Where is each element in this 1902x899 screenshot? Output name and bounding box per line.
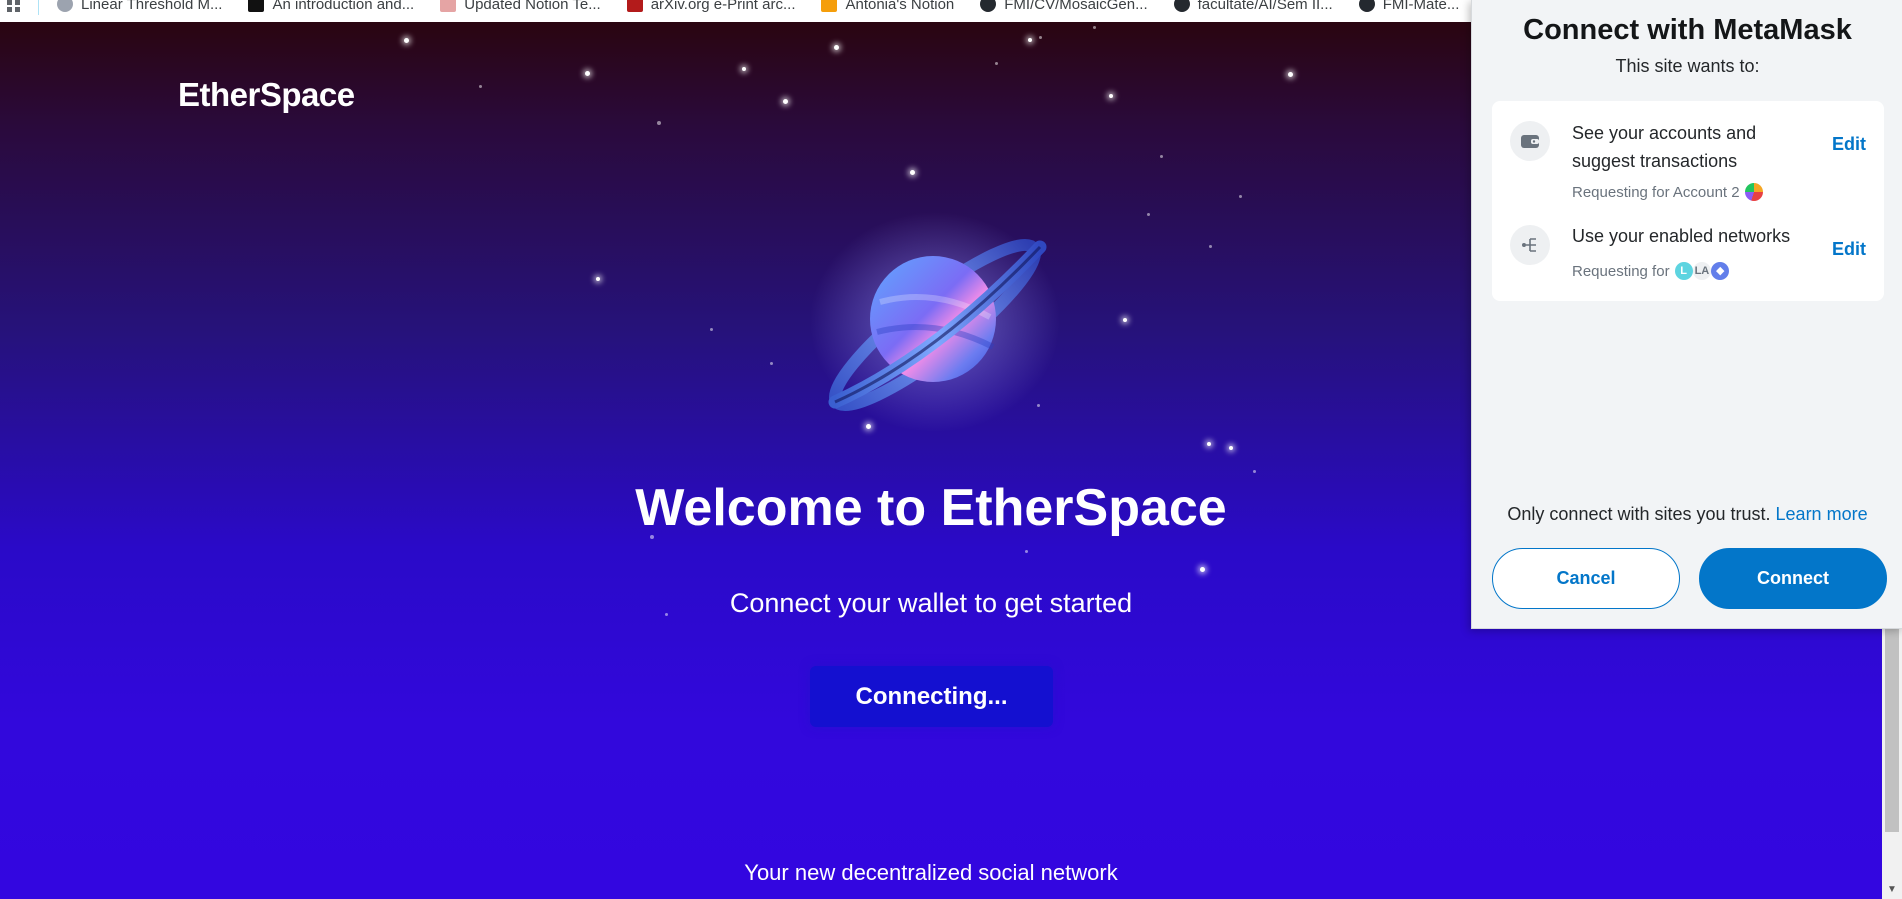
star bbox=[1025, 550, 1028, 553]
star bbox=[1239, 195, 1242, 198]
apps-grid-icon[interactable] bbox=[6, 0, 26, 13]
bookmark-favicon-icon bbox=[57, 0, 73, 12]
star bbox=[834, 45, 839, 50]
star bbox=[479, 85, 482, 88]
cancel-button[interactable]: Cancel bbox=[1492, 548, 1680, 609]
star bbox=[1229, 446, 1233, 450]
star bbox=[1209, 245, 1212, 248]
medium-icon bbox=[248, 0, 265, 12]
star bbox=[1123, 318, 1127, 322]
planet-illustration bbox=[805, 207, 1065, 437]
bookmark-label: facultate/AI/Sem II... bbox=[1197, 0, 1333, 13]
bookmark-label: Antonia's Notion bbox=[845, 0, 955, 13]
star bbox=[1207, 442, 1211, 446]
scroll-down-arrow-icon[interactable]: ▼ bbox=[1887, 884, 1897, 895]
permission-requesting: Requesting for Account 2 bbox=[1572, 183, 1763, 201]
edit-networks-button[interactable]: Edit bbox=[1832, 239, 1866, 260]
network-badge: LA bbox=[1692, 262, 1712, 280]
dialog-title: Connect with MetaMask bbox=[1523, 14, 1852, 46]
bookmark-item[interactable]: arXiv.org e-Print arc... bbox=[626, 0, 796, 13]
bookmark-label: FMI-Mate... bbox=[1382, 0, 1460, 13]
star bbox=[596, 277, 600, 281]
github-icon bbox=[1173, 0, 1190, 12]
trust-text: Only connect with sites you trust. bbox=[1507, 504, 1771, 524]
star bbox=[404, 38, 409, 43]
permission-title: See your accounts and suggest transactio… bbox=[1572, 123, 1757, 171]
bookmark-item[interactable]: Linear Threshold M... bbox=[57, 0, 222, 13]
bookmark-item[interactable]: Antonia's Notion bbox=[821, 0, 954, 13]
github-icon bbox=[1358, 0, 1375, 12]
star bbox=[1288, 72, 1293, 77]
bookmark-item[interactable]: FMI-Mate... bbox=[1358, 0, 1460, 13]
star bbox=[742, 67, 746, 71]
bookmark-item[interactable]: Updated Notion Te... bbox=[440, 0, 601, 13]
learn-more-link[interactable]: Learn more bbox=[1776, 504, 1868, 524]
star bbox=[1147, 213, 1150, 216]
permissions-card: See your accounts and suggest transactio… bbox=[1492, 101, 1884, 301]
star bbox=[1253, 470, 1256, 473]
scrollbar-thumb[interactable] bbox=[1885, 622, 1899, 832]
notion-template-icon bbox=[440, 0, 457, 12]
star bbox=[657, 121, 661, 125]
star bbox=[1200, 567, 1205, 572]
star bbox=[1093, 26, 1096, 29]
metamask-connect-dialog: Connect with MetaMask This site wants to… bbox=[1471, 0, 1902, 629]
star bbox=[710, 328, 713, 331]
wallet-icon bbox=[1510, 121, 1550, 161]
footer-tagline: Your new decentralized social network bbox=[744, 860, 1118, 885]
star bbox=[910, 170, 915, 175]
bookmark-label: Linear Threshold M... bbox=[81, 0, 223, 13]
bookmark-item[interactable]: FMI/CV/MosaicGen... bbox=[980, 0, 1148, 13]
network-badge: L bbox=[1674, 262, 1693, 280]
edit-accounts-button[interactable]: Edit bbox=[1832, 134, 1866, 155]
dialog-subtitle: This site wants to: bbox=[1615, 56, 1760, 76]
saturn-icon bbox=[810, 212, 1060, 432]
permission-title: Use your enabled networks bbox=[1572, 226, 1791, 246]
bookmark-label: arXiv.org e-Print arc... bbox=[650, 0, 796, 13]
star bbox=[995, 62, 998, 65]
connect-wallet-button[interactable]: Connecting... bbox=[810, 666, 1053, 727]
requesting-text: Requesting for bbox=[1572, 262, 1670, 280]
bookmark-item[interactable]: facultate/AI/Sem II... bbox=[1173, 0, 1333, 13]
permission-requesting: Requesting for L LA ◆ bbox=[1572, 262, 1730, 280]
star bbox=[1039, 36, 1042, 39]
bookmark-label: An introduction and... bbox=[272, 0, 415, 13]
star bbox=[1109, 94, 1113, 98]
star bbox=[1028, 38, 1032, 42]
ethereum-icon: ◆ bbox=[1711, 262, 1730, 280]
connect-button[interactable]: Connect bbox=[1699, 548, 1887, 609]
bookmark-label: FMI/CV/MosaicGen... bbox=[1004, 0, 1148, 13]
brand-logo[interactable]: EtherSpace bbox=[178, 76, 355, 114]
star bbox=[585, 71, 590, 76]
requesting-text: Requesting for Account 2 bbox=[1572, 183, 1740, 201]
github-icon bbox=[980, 0, 997, 12]
arxiv-icon bbox=[626, 0, 643, 12]
bookmarks-separator bbox=[38, 0, 39, 15]
star bbox=[1160, 155, 1163, 158]
star bbox=[783, 99, 788, 104]
bookmark-item[interactable]: An introduction and... bbox=[248, 0, 414, 13]
bookmark-label: Updated Notion Te... bbox=[464, 0, 601, 13]
star bbox=[770, 362, 773, 365]
account-avatar bbox=[1744, 183, 1763, 201]
notion-page-icon bbox=[821, 0, 838, 12]
network-tree-icon bbox=[1510, 225, 1550, 265]
trust-notice: Only connect with sites you trust. Learn… bbox=[1472, 504, 1902, 525]
